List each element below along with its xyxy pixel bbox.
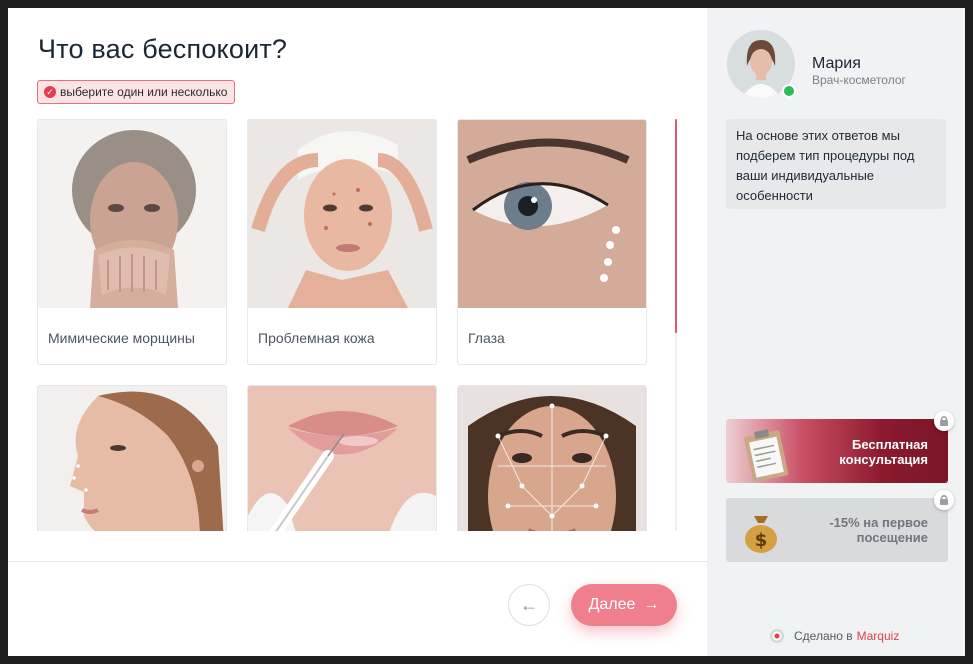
made-with-text: Сделано в bbox=[794, 629, 853, 643]
options-grid: Мимические морщины Проблемная кожа Глаза bbox=[37, 119, 647, 531]
bonus-line: посещение bbox=[856, 530, 928, 545]
arrow-right-icon: → bbox=[643, 596, 660, 613]
quiz-window: Что вас беспокоит? ✓ выберите один или н… bbox=[8, 8, 965, 656]
bonus-text: Бесплатная консультация bbox=[839, 437, 928, 467]
marquiz-link[interactable]: Marquiz bbox=[857, 629, 900, 643]
option-card-eyes[interactable]: Глаза bbox=[457, 119, 647, 365]
option-card-nose[interactable] bbox=[37, 385, 227, 531]
option-image-nose bbox=[38, 386, 226, 531]
made-with-footer[interactable]: Сделано в Marquiz bbox=[770, 629, 899, 643]
svg-text:$: $ bbox=[755, 530, 768, 551]
option-label: Проблемная кожа bbox=[258, 330, 375, 346]
options-scrollbar[interactable] bbox=[675, 119, 677, 531]
option-card-problem-skin[interactable]: Проблемная кожа bbox=[247, 119, 437, 365]
option-image-eyes bbox=[458, 120, 646, 308]
quiz-main: Что вас беспокоит? ✓ выберите один или н… bbox=[8, 8, 707, 656]
next-button-label: Далее bbox=[588, 596, 636, 613]
bonus-line: Бесплатная bbox=[851, 437, 928, 452]
lock-icon bbox=[934, 490, 954, 510]
bonus-text: -15% на первое посещение bbox=[829, 515, 928, 545]
next-button[interactable]: Далее → bbox=[571, 584, 677, 626]
money-bag-icon: $ bbox=[745, 516, 777, 553]
option-image-face-lines bbox=[458, 386, 646, 531]
consultant-sidebar: Мария Врач-косметолог На основе этих отв… bbox=[707, 8, 965, 656]
option-image-wrinkles bbox=[38, 120, 226, 308]
clipboard-icon bbox=[744, 429, 789, 483]
option-card-wrinkles[interactable]: Мимические морщины bbox=[37, 119, 227, 365]
option-card-face-lines[interactable] bbox=[457, 385, 647, 531]
marquiz-logo-icon bbox=[770, 629, 784, 643]
question-title: Что вас беспокоит? bbox=[38, 34, 288, 64]
footer-divider bbox=[8, 561, 707, 562]
option-image-problem-skin bbox=[248, 120, 436, 308]
selection-hint: ✓ выберите один или несколько bbox=[37, 80, 236, 104]
bonus-discount[interactable]: $ -15% на первое посещение bbox=[726, 498, 948, 562]
option-label: Глаза bbox=[468, 330, 505, 346]
bonus-free-consultation[interactable]: Бесплатная консультация bbox=[726, 419, 948, 483]
consultant-role: Врач-косметолог bbox=[812, 73, 906, 87]
check-icon: ✓ bbox=[44, 86, 56, 98]
online-status-dot bbox=[782, 84, 796, 98]
consultant-name: Мария bbox=[812, 55, 861, 72]
consultant-message: На основе этих ответов мы подберем тип п… bbox=[726, 119, 946, 209]
lock-icon bbox=[934, 411, 954, 431]
back-button[interactable]: ← bbox=[508, 584, 550, 626]
arrow-left-icon: ← bbox=[520, 594, 538, 615]
option-image-lips bbox=[248, 386, 436, 531]
option-label: Мимические морщины bbox=[48, 330, 195, 346]
option-card-lips[interactable] bbox=[247, 385, 437, 531]
scrollbar-thumb[interactable] bbox=[675, 119, 677, 333]
selection-hint-text: выберите один или несколько bbox=[60, 85, 228, 99]
bonus-line: -15% на первое bbox=[829, 515, 928, 530]
bonus-line: консультация bbox=[839, 452, 928, 467]
